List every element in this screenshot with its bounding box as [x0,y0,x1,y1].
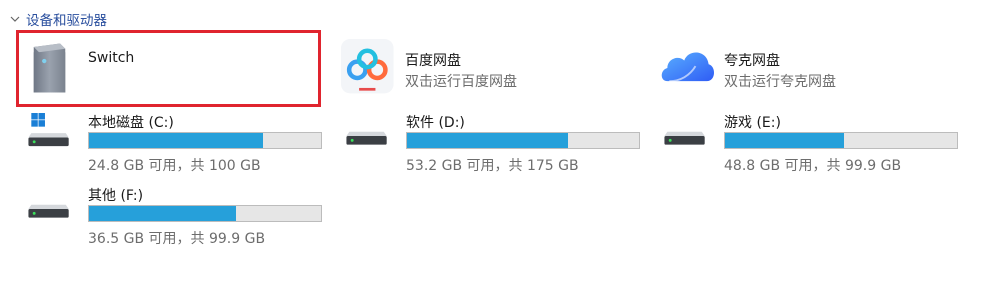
drive-space: 36.5 GB 可用，共 99.9 GB [88,231,266,247]
device-quark-netdisk[interactable]: 夸克网盘 双击运行夸克网盘 [658,38,958,110]
drive-usage-bar [88,132,322,149]
device-subtitle: 双击运行百度网盘 [405,74,517,90]
drive-usage-fill [407,133,569,148]
device-name: 夸克网盘 [724,53,780,69]
group-title: 设备和驱动器 [26,13,107,29]
drive-space: 53.2 GB 可用，共 175 GB [406,158,579,174]
drive-space: 48.8 GB 可用，共 99.9 GB [724,158,902,174]
drive-usage-bar [724,132,958,149]
quark-netdisk-icon [661,52,715,83]
drive-c[interactable]: 本地磁盘 (C:) 24.8 GB 可用，共 100 GB [18,113,322,185]
drive-name: 本地磁盘 (C:) [88,115,174,131]
hard-drive-icon [28,204,69,218]
drive-usage-fill [89,133,264,148]
devices-and-drives-group-header[interactable]: 设备和驱动器 [8,8,107,30]
drive-name: 软件 (D:) [406,115,465,131]
drive-usage-fill [725,133,844,148]
drive-f[interactable]: 其他 (F:) 36.5 GB 可用，共 99.9 GB [18,186,322,258]
device-baidu-netdisk[interactable]: 百度网盘 双击运行百度网盘 [341,38,641,110]
hard-drive-icon [664,131,705,145]
device-name: 百度网盘 [405,53,461,69]
device-name: Switch [88,50,135,66]
drive-d[interactable]: 软件 (D:) 53.2 GB 可用，共 175 GB [336,113,640,185]
drive-name: 游戏 (E:) [724,115,781,131]
hard-drive-icon [346,131,387,145]
drive-usage-bar [88,205,322,222]
drive-usage-bar [406,132,640,149]
device-subtitle: 双击运行夸克网盘 [724,74,836,90]
switch-device-icon [33,43,66,93]
system-drive-icon [28,113,69,147]
drive-e[interactable]: 游戏 (E:) 48.8 GB 可用，共 99.9 GB [654,113,958,185]
drive-name: 其他 (F:) [88,188,144,204]
baidu-netdisk-icon [341,39,394,94]
chevron-down-icon [10,16,20,22]
drive-usage-fill [89,206,237,221]
drive-space: 24.8 GB 可用，共 100 GB [88,158,261,174]
device-switch[interactable]: Switch [25,36,325,108]
